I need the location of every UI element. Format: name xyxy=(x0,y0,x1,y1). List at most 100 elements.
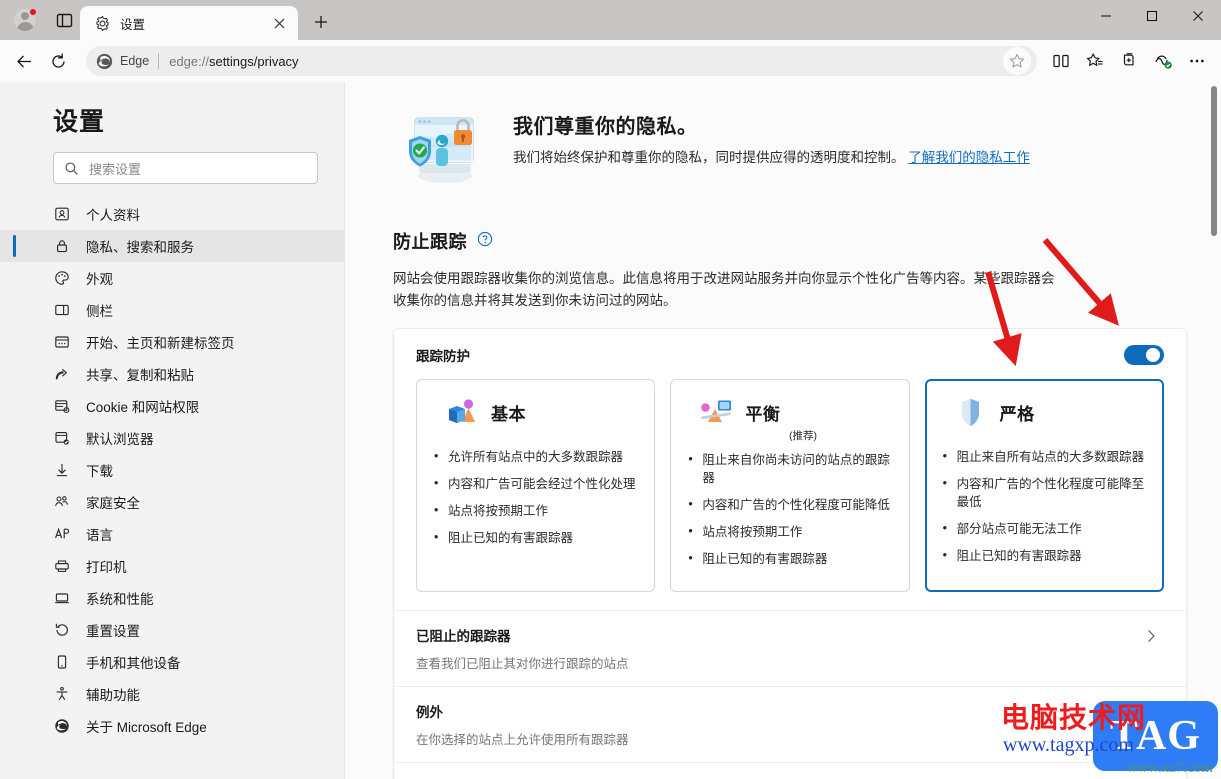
add-favorite-button[interactable] xyxy=(1003,47,1031,75)
tab-actions-button[interactable] xyxy=(48,4,80,36)
sidebar-icon xyxy=(53,302,70,319)
sidebar-item-reset-settings[interactable]: 重置设置 xyxy=(0,614,344,646)
section-description: 网站会使用跟踪器收集你的浏览信息。此信息将用于改进网站服务并向你显示个性化广告等… xyxy=(393,271,1055,308)
new-tab-button[interactable] xyxy=(306,7,336,37)
page-content: 设置 搜索设置 个人资料 隐私、搜索和服务 外观 侧栏 开始、主页和新建标签页 … xyxy=(0,82,1221,779)
sidebar-item-sidebar[interactable]: 侧栏 xyxy=(0,294,344,326)
sidebar-item-privacy[interactable]: 隐私、搜索和服务 xyxy=(0,230,344,262)
profile-button[interactable] xyxy=(8,3,42,37)
sidebar-item-label: 默认浏览器 xyxy=(86,432,154,447)
tab-title: 设置 xyxy=(120,17,146,32)
more-icon xyxy=(1190,59,1204,63)
sidebar-item-label: 语言 xyxy=(86,528,113,543)
tracking-level-options: 基本 允许所有站点中的大多数跟踪器 内容和广告可能会经过个性化处理 站点将按预期… xyxy=(394,371,1186,610)
sidebar-item-family-safety[interactable]: 家庭安全 xyxy=(0,486,344,518)
search-settings-box[interactable]: 搜索设置 xyxy=(53,152,318,184)
minimize-icon xyxy=(1101,15,1111,17)
level-bullet: 内容和广告可能会经过个性化处理 xyxy=(431,474,640,493)
split-screen-button[interactable] xyxy=(1045,45,1077,77)
row-text: 已阻止的跟踪器 查看我们已阻止其对你进行跟踪的站点 xyxy=(416,625,629,672)
address-separator xyxy=(158,53,160,69)
minimize-button[interactable] xyxy=(1083,0,1129,32)
level-bullet: 站点将按预期工作 xyxy=(685,522,894,541)
sidebar-item-system-performance[interactable]: 系统和性能 xyxy=(0,582,344,614)
sidebar-item-profiles[interactable]: 个人资料 xyxy=(0,198,344,230)
gear-icon xyxy=(96,15,109,31)
sidebar-item-label: 重置设置 xyxy=(86,624,140,639)
level-recommended-label: (推荐) xyxy=(788,430,817,442)
sidebar-item-phone-other-devices[interactable]: 手机和其他设备 xyxy=(0,646,344,678)
refresh-button[interactable] xyxy=(42,45,74,77)
window-controls xyxy=(1083,0,1221,40)
sidebar-item-label: Cookie 和网站权限 xyxy=(86,400,200,415)
settings-main-panel: 我们尊重你的隐私。 我们将始终保护和尊重你的隐私，同时提供应得的透明度和控制。 … xyxy=(345,82,1221,779)
edge-icon xyxy=(53,718,70,735)
favorites-button[interactable] xyxy=(1079,45,1111,77)
close-icon[interactable] xyxy=(268,12,290,34)
sidebar-item-accessibility[interactable]: 辅助功能 xyxy=(0,678,344,710)
level-name: 严格 xyxy=(999,404,1035,424)
more-button[interactable] xyxy=(1181,45,1213,77)
shield-icon xyxy=(952,396,990,428)
help-icon[interactable] xyxy=(477,231,493,252)
collections-icon xyxy=(1123,53,1134,66)
row-blocked-trackers[interactable]: 已阻止的跟踪器 查看我们已阻止其对你进行跟踪的站点 xyxy=(394,610,1186,686)
sidebar-item-start-home-newtab[interactable]: 开始、主页和新建标签页 xyxy=(0,326,344,358)
tab-settings[interactable]: 设置 xyxy=(80,6,298,40)
reset-icon xyxy=(53,622,70,639)
hero-heading: 我们尊重你的隐私。 xyxy=(513,116,698,138)
split-screen-icon xyxy=(1053,54,1069,68)
level-bullet: 阻止已知的有害跟踪器 xyxy=(685,549,894,568)
collections-button[interactable] xyxy=(1113,45,1145,77)
tracking-prevention-toggle-row: 跟踪防护 xyxy=(394,329,1186,371)
address-brand-label: Edge xyxy=(120,54,150,68)
tracking-prevention-card: 跟踪防护 基本 • 允许所有站点中的大多数跟踪器 • 内容和广告可能会经过个性化… xyxy=(393,328,1187,779)
tracking-prevention-section-header: 防止跟踪 xyxy=(393,228,1161,254)
profile-alert-dot xyxy=(29,8,37,16)
tracking-level-basic[interactable]: 基本 允许所有站点中的大多数跟踪器 内容和广告可能会经过个性化处理 站点将按预期… xyxy=(416,379,656,592)
url-path: settings/privacy xyxy=(208,53,299,69)
sidebar-item-share-copy-paste[interactable]: 共享、复制和粘贴 xyxy=(0,358,344,390)
search-input[interactable]: 搜索设置 xyxy=(89,159,141,178)
row-exceptions[interactable]: 例外 在你选择的站点上允许使用所有跟踪器 xyxy=(394,686,1186,762)
sidebar-item-printers[interactable]: 打印机 xyxy=(0,550,344,582)
title-bar-left-controls xyxy=(0,0,80,40)
address-bar[interactable]: Edge edge://settings/privacy xyxy=(86,46,1037,76)
basic-shapes-icon xyxy=(443,396,481,428)
sidebar-item-about-edge[interactable]: 关于 Microsoft Edge xyxy=(0,710,344,742)
sidebar-item-appearance[interactable]: 外观 xyxy=(0,262,344,294)
back-button[interactable] xyxy=(8,45,40,77)
arrow-left-icon xyxy=(16,55,31,67)
tab-strip: 设置 xyxy=(80,0,336,40)
edge-logo-icon xyxy=(96,53,113,69)
sidebar-item-downloads[interactable]: 下载 xyxy=(0,454,344,486)
level-header: 平衡 xyxy=(685,396,894,428)
tracking-level-strict[interactable]: 严格 阻止来自所有站点的大多数跟踪器 内容和广告的个性化程度可能降至最低 部分站… xyxy=(924,379,1164,592)
sidebar-item-label: 隐私、搜索和服务 xyxy=(86,240,194,255)
sidebar-item-label: 侧栏 xyxy=(86,304,113,319)
level-bullet: 部分站点可能无法工作 xyxy=(940,519,1149,538)
tracking-prevention-toggle[interactable] xyxy=(1124,345,1164,365)
sidebar-item-cookies[interactable]: Cookie 和网站权限 xyxy=(0,390,344,422)
maximize-button[interactable] xyxy=(1129,0,1175,32)
star-icon xyxy=(1009,53,1025,68)
scrollbar-thumb[interactable] xyxy=(1211,86,1217,236)
level-bullet: 阻止来自所有站点的大多数跟踪器 xyxy=(940,447,1149,466)
sidebar-item-label: 外观 xyxy=(86,272,113,287)
row-subtitle: 查看我们已阻止其对你进行跟踪的站点 xyxy=(416,657,629,671)
section-title: 防止跟踪 xyxy=(393,232,467,252)
tracking-level-balanced[interactable]: 平衡 (推荐) 阻止来自你尚未访问的站点的跟踪器 内容和广告的个性化程度可能降低… xyxy=(670,379,910,592)
row-text: 例外 在你选择的站点上允许使用所有跟踪器 xyxy=(416,701,629,748)
main-scrollbar[interactable] xyxy=(1207,82,1221,779)
level-bullets: 阻止来自你尚未访问的站点的跟踪器 内容和广告的个性化程度可能降低 站点将按预期工… xyxy=(685,450,894,568)
sidebar-item-languages[interactable]: 语言 xyxy=(0,518,344,550)
browser-essentials-button[interactable] xyxy=(1147,45,1179,77)
home-icon xyxy=(53,334,70,351)
sidebar-item-default-browser[interactable]: 默认浏览器 xyxy=(0,422,344,454)
url-text[interactable]: edge://settings/privacy xyxy=(169,54,1003,69)
close-window-button[interactable] xyxy=(1175,0,1221,32)
level-bullet: 阻止已知的有害跟踪器 xyxy=(940,546,1149,565)
privacy-learn-more-link[interactable]: 了解我们的隐私工作 xyxy=(908,150,1030,165)
level-header: 基本 xyxy=(431,396,640,428)
palette-icon xyxy=(53,270,70,287)
